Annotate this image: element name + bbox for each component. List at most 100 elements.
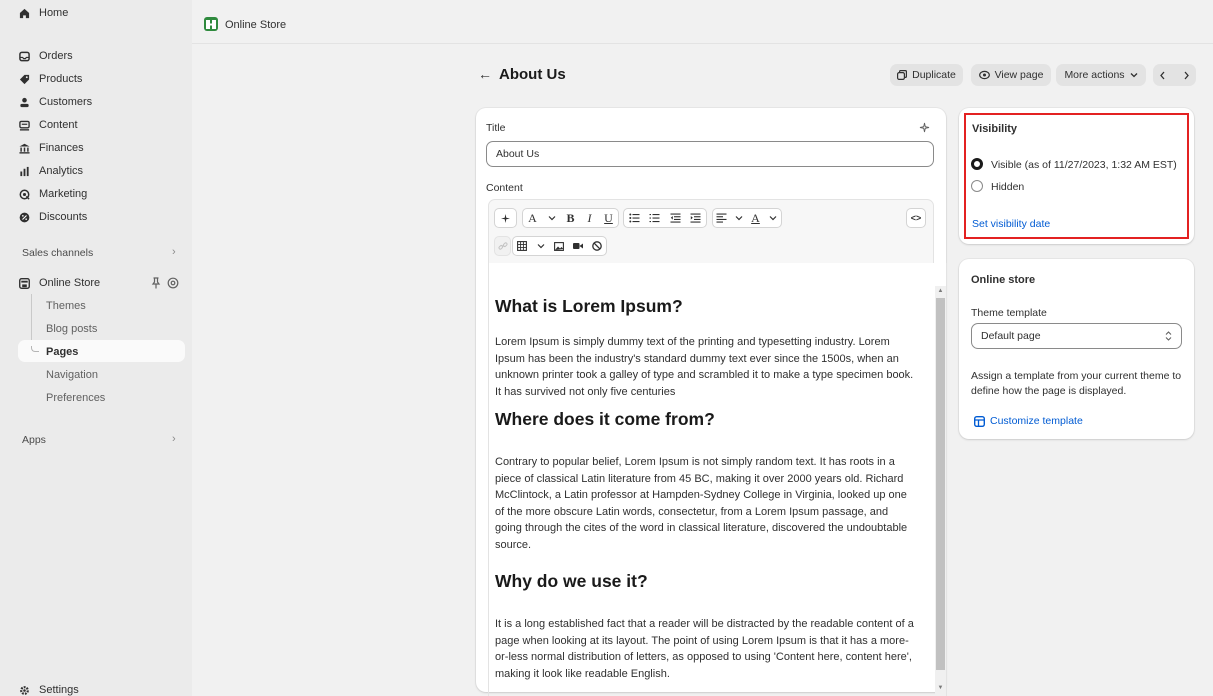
sidebar-subitem-preferences[interactable]: Preferences <box>46 392 105 404</box>
sidebar-item-analytics[interactable]: Analytics <box>18 161 83 181</box>
visible-label[interactable]: Visible (as of 11/27/2023, 1:32 AM EST) <box>991 159 1177 171</box>
sidebar-item-marketing[interactable]: Marketing <box>18 184 87 204</box>
visibility-card: Visibility Visible (as of 11/27/2023, 1:… <box>959 108 1194 244</box>
sidebar-item-label: Orders <box>39 50 73 62</box>
tree-elbow <box>31 346 39 352</box>
sidebar-item-label: Settings <box>39 684 79 696</box>
inbox-icon <box>18 50 30 62</box>
hidden-label[interactable]: Hidden <box>991 181 1024 193</box>
set-visibility-date-link[interactable]: Set visibility date <box>972 218 1050 230</box>
bank-icon <box>18 142 30 154</box>
customize-template-label: Customize template <box>990 415 1083 427</box>
duplicate-button[interactable]: Duplicate <box>890 64 963 86</box>
ai-generate-button[interactable] <box>494 208 517 228</box>
link-button[interactable] <box>494 236 511 256</box>
duplicate-label: Duplicate <box>912 69 956 81</box>
target-icon <box>18 188 30 200</box>
sidebar-item-label: Online Store <box>39 277 101 289</box>
content-label: Content <box>486 182 523 194</box>
sidebar-item-online-store[interactable]: Online Store <box>18 273 100 293</box>
online-store-card: Online store Theme template Default page… <box>959 259 1194 439</box>
content-icon <box>18 119 30 131</box>
text-color-button[interactable]: A <box>749 211 763 226</box>
eye-icon <box>978 70 990 80</box>
chevron-down-icon <box>1130 72 1138 78</box>
sidebar-subitem-themes[interactable]: Themes <box>46 300 86 312</box>
template-icon <box>974 415 985 427</box>
show-html-button[interactable]: <> <box>906 208 926 228</box>
sidebar-item-content[interactable]: Content <box>18 115 78 135</box>
scroll-down-arrow[interactable]: ▼ <box>937 685 944 691</box>
sidebar-subitem-navigation[interactable]: Navigation <box>46 369 98 381</box>
sparkle-icon <box>499 213 513 224</box>
sidebar-subitem-blog-posts[interactable]: Blog posts <box>46 323 97 335</box>
more-actions-button[interactable]: More actions <box>1056 64 1146 86</box>
numbered-list-icon[interactable] <box>648 213 662 223</box>
visible-radio[interactable] <box>971 158 983 170</box>
chevron-down-icon[interactable] <box>766 215 780 221</box>
sidebar-item-products[interactable]: Products <box>18 69 82 89</box>
indent-icon[interactable] <box>689 213 703 223</box>
outdent-icon[interactable] <box>668 213 682 223</box>
view-page-button[interactable]: View page <box>971 64 1051 86</box>
bullet-list-icon[interactable] <box>627 213 641 223</box>
scrollbar-thumb[interactable] <box>936 298 945 670</box>
apps-heading[interactable]: Apps <box>22 434 46 446</box>
online-store-title: Online store <box>971 274 1036 286</box>
sidebar-item-orders[interactable]: Orders <box>18 46 73 66</box>
view-page-label: View page <box>994 69 1044 81</box>
sales-channels-heading[interactable]: Sales channels <box>22 247 93 259</box>
insert-group <box>512 236 607 256</box>
theme-template-select[interactable]: Default page <box>971 323 1182 349</box>
content-heading: Why do we use it? <box>495 571 648 591</box>
customize-template-link[interactable]: Customize template <box>974 415 1083 427</box>
sidebar-item-home[interactable]: Home <box>18 3 68 23</box>
chevron-down-icon[interactable] <box>545 215 559 221</box>
chevron-down-icon[interactable] <box>534 243 548 249</box>
chevron-right-icon[interactable]: › <box>172 433 176 445</box>
store-icon <box>18 277 30 289</box>
bold-button[interactable]: B <box>564 211 578 226</box>
content-paragraph: It is a long established fact that a rea… <box>495 618 914 680</box>
pager-buttons <box>1153 64 1196 86</box>
sidebar-item-finances[interactable]: Finances <box>18 138 84 158</box>
main-content: ← About Us Duplicate View page More acti… <box>192 44 1213 696</box>
content-heading: Where does it come from? <box>495 409 715 429</box>
sidebar-subitem-pages[interactable]: Pages <box>46 346 78 358</box>
topbar-title[interactable]: Online Store <box>225 19 286 31</box>
sidebar-item-label: Customers <box>39 96 93 108</box>
scroll-up-arrow[interactable]: ▲ <box>937 288 944 294</box>
chevron-right-icon[interactable]: › <box>172 246 176 258</box>
sidebar-item-label: Products <box>39 73 83 85</box>
underline-button[interactable]: U <box>602 211 616 226</box>
sparkle-icon[interactable] <box>919 122 930 133</box>
gear-icon <box>18 684 30 696</box>
sidebar: Home Orders Products Customers Content F… <box>0 0 192 696</box>
back-button[interactable]: ← <box>478 66 492 82</box>
previous-icon[interactable] <box>1159 71 1166 80</box>
hidden-radio[interactable] <box>971 180 983 192</box>
image-icon[interactable] <box>552 241 566 251</box>
italic-button[interactable]: I <box>583 211 597 226</box>
more-actions-label: More actions <box>1064 69 1125 81</box>
table-icon[interactable] <box>515 241 529 251</box>
title-input[interactable]: About Us <box>486 141 934 167</box>
list-indent-group <box>623 208 707 228</box>
sidebar-item-settings[interactable]: Settings <box>18 680 79 696</box>
sidebar-item-customers[interactable]: Customers <box>18 92 92 112</box>
editor-scrollbar[interactable]: ▲ ▼ <box>935 286 946 696</box>
video-icon[interactable] <box>571 242 585 250</box>
sidebar-item-discounts[interactable]: Discounts <box>18 207 87 227</box>
sidebar-item-label: Finances <box>39 142 84 154</box>
theme-template-label: Theme template <box>971 307 1047 319</box>
pin-icon[interactable] <box>151 277 161 289</box>
align-left-icon[interactable] <box>715 213 729 223</box>
page-editor-card: Title About Us Content A B I U A <> What… <box>476 108 947 696</box>
active-item-highlight <box>18 340 185 362</box>
next-icon[interactable] <box>1183 71 1190 80</box>
chevron-down-icon[interactable] <box>732 215 746 221</box>
clear-formatting-icon[interactable] <box>590 241 604 251</box>
rich-text-editor[interactable]: What is Lorem Ipsum? Lorem Ipsum is simp… <box>488 286 932 696</box>
eye-icon[interactable] <box>167 277 179 289</box>
font-button[interactable]: A <box>526 211 540 226</box>
